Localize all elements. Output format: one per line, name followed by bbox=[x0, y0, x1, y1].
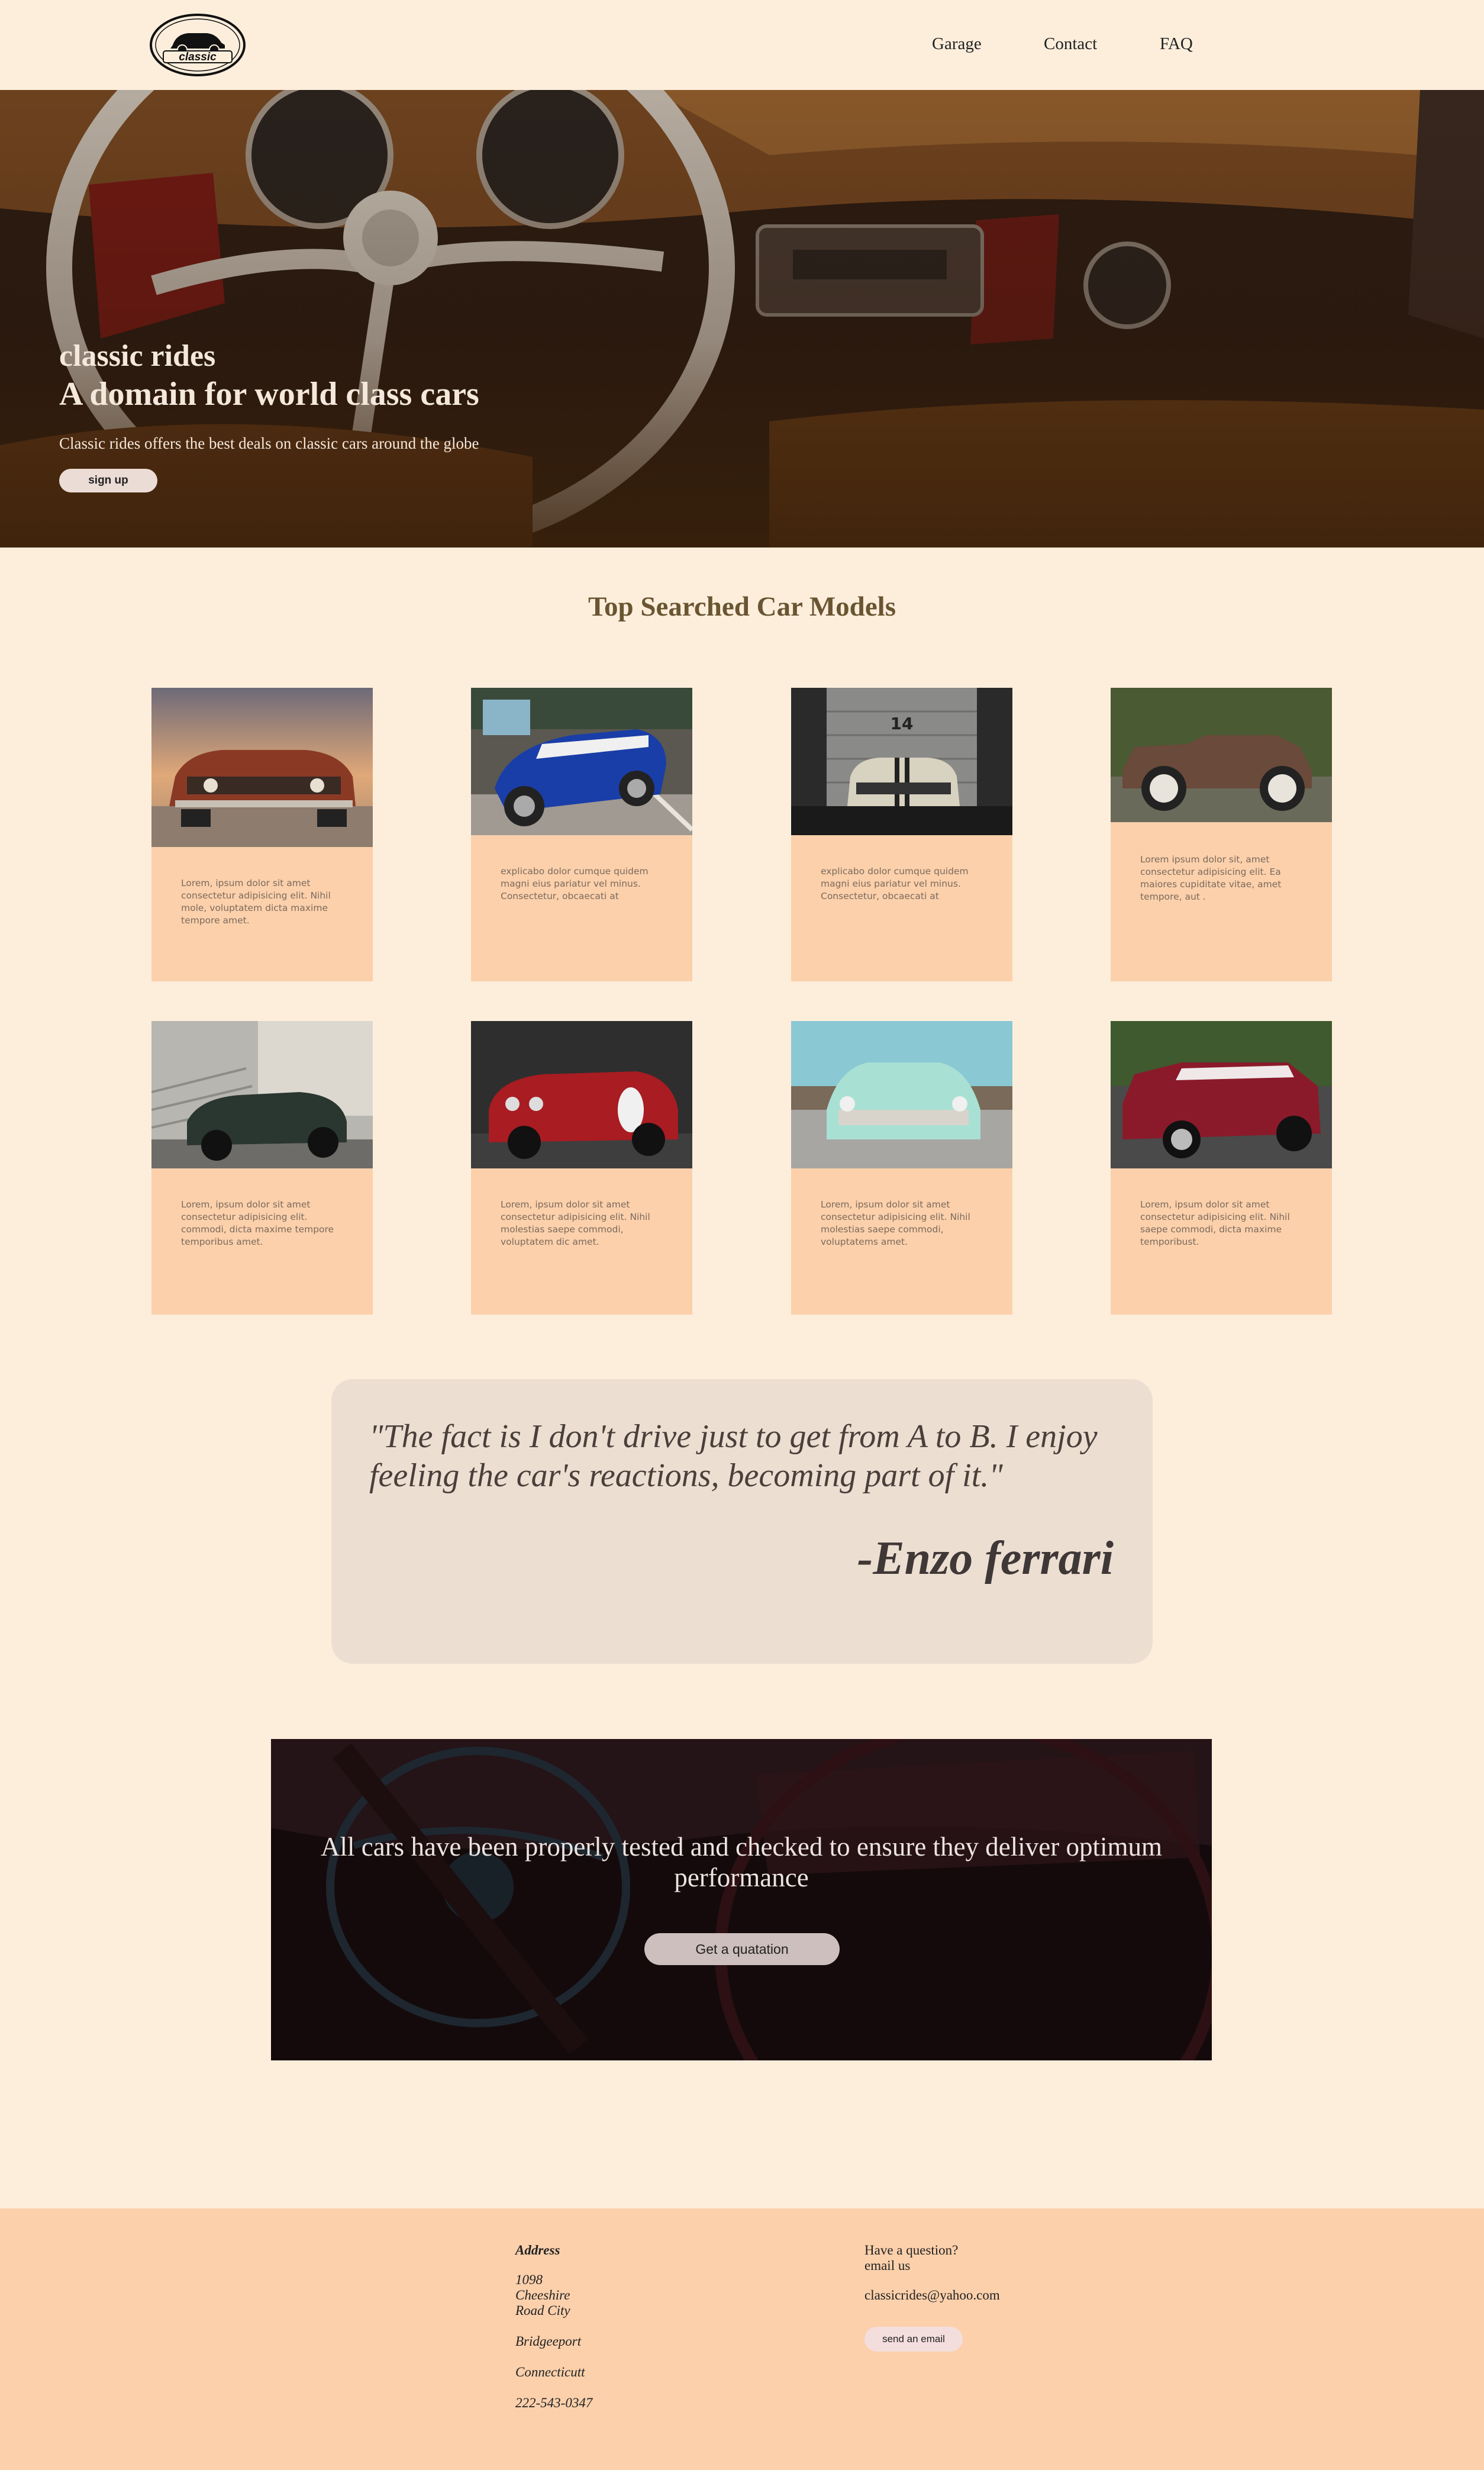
car-photo-red-camaro bbox=[1111, 1021, 1332, 1168]
card-description: Lorem, ipsum dolor sit amet consectetur … bbox=[1140, 1199, 1290, 1247]
car-card[interactable]: Lorem, ipsum dolor sit amet consectetur … bbox=[151, 688, 373, 981]
svg-text:14: 14 bbox=[891, 714, 914, 733]
car-photo-red-alfa bbox=[471, 1021, 692, 1168]
car-photo-silver-mustang: 14 bbox=[791, 688, 1012, 835]
hero-overlay bbox=[0, 90, 1484, 548]
nav-link-faq[interactable]: FAQ bbox=[1160, 34, 1193, 54]
car-card[interactable]: Lorem, ipsum dolor sit amet consectetur … bbox=[471, 1021, 692, 1315]
get-quotation-button[interactable]: Get a quatation bbox=[644, 1933, 840, 1965]
footer: Address 1098 Cheeshire Road City Bridgee… bbox=[0, 2208, 1484, 2470]
quote-card: "The fact is I don't drive just to get f… bbox=[331, 1379, 1153, 1664]
interior-photo bbox=[271, 1739, 1212, 2060]
address-street-suffix: Road City bbox=[515, 2303, 570, 2318]
car-photo-teal-belair bbox=[791, 1021, 1012, 1168]
card-description: Lorem, ipsum dolor sit amet consectetur … bbox=[501, 1199, 650, 1247]
hero-title: A domain for world class cars bbox=[59, 376, 479, 413]
card-description: Lorem, ipsum dolor sit amet consectetur … bbox=[821, 1199, 970, 1247]
nav-link-garage[interactable]: Garage bbox=[932, 34, 982, 54]
card-description: explicabo dolor cumque quidem magni eius… bbox=[821, 866, 969, 901]
address-state: Connecticutt bbox=[515, 2365, 585, 2379]
banner-text: All cars have been properly tested and c… bbox=[321, 1832, 1162, 1892]
car-card[interactable]: Lorem, ipsum dolor sit amet consectetur … bbox=[1111, 1021, 1332, 1315]
address-street-number: 1098 bbox=[515, 2272, 543, 2287]
address-city: Bridgeeport bbox=[515, 2334, 582, 2349]
logo-text: classic bbox=[179, 51, 217, 63]
car-photo-dark-roadster bbox=[151, 1021, 373, 1168]
contact-email[interactable]: classicrides@yahoo.com bbox=[864, 2288, 1000, 2303]
nav-link-contact[interactable]: Contact bbox=[1044, 34, 1097, 54]
card-description: Lorem, ipsum dolor sit amet consectetur … bbox=[181, 1199, 334, 1247]
sign-up-button[interactable]: sign up bbox=[59, 469, 157, 492]
question-label: Have a question? bbox=[864, 2243, 959, 2258]
car-card[interactable]: explicabo dolor cumque quidem magni eius… bbox=[471, 688, 692, 981]
card-description: Lorem ipsum dolor sit, amet consectetur … bbox=[1140, 854, 1282, 902]
card-description: explicabo dolor cumque quidem magni eius… bbox=[501, 866, 649, 901]
car-card[interactable]: Lorem, ipsum dolor sit amet consectetur … bbox=[151, 1021, 373, 1315]
car-card[interactable]: 14 explicabo dolor cumque quidem magni e… bbox=[791, 688, 1012, 981]
address-street-name: Cheeshire bbox=[515, 2288, 570, 2302]
top-nav: classic Garage Contact FAQ bbox=[0, 0, 1484, 90]
car-photo-blue-cobra bbox=[471, 688, 692, 835]
card-description: Lorem, ipsum dolor sit amet consectetur … bbox=[181, 878, 331, 926]
car-card[interactable]: Lorem ipsum dolor sit, amet consectetur … bbox=[1111, 688, 1332, 981]
quote-text: "The fact is I don't drive just to get f… bbox=[369, 1418, 1098, 1494]
hero-banner bbox=[0, 90, 1484, 548]
address-phone: 222-543-0347 bbox=[515, 2395, 593, 2410]
classic-logo[interactable]: classic bbox=[149, 13, 246, 77]
car-photo-vintage-convertible bbox=[1111, 688, 1332, 822]
email-us-label: email us bbox=[864, 2258, 911, 2273]
car-card[interactable]: Lorem, ipsum dolor sit amet consectetur … bbox=[791, 1021, 1012, 1315]
address-heading: Address bbox=[515, 2243, 560, 2258]
testing-banner: All cars have been properly tested and c… bbox=[271, 1739, 1212, 2060]
car-photo-orange-muscle bbox=[151, 688, 373, 847]
quote-author: -Enzo ferrari bbox=[857, 1532, 1114, 1585]
hero-subtitle: Classic rides offers the best deals on c… bbox=[59, 434, 479, 452]
hero-kicker: classic rides bbox=[59, 339, 216, 373]
section-title: Top Searched Car Models bbox=[588, 591, 896, 622]
send-email-button[interactable]: send an email bbox=[864, 2327, 963, 2352]
